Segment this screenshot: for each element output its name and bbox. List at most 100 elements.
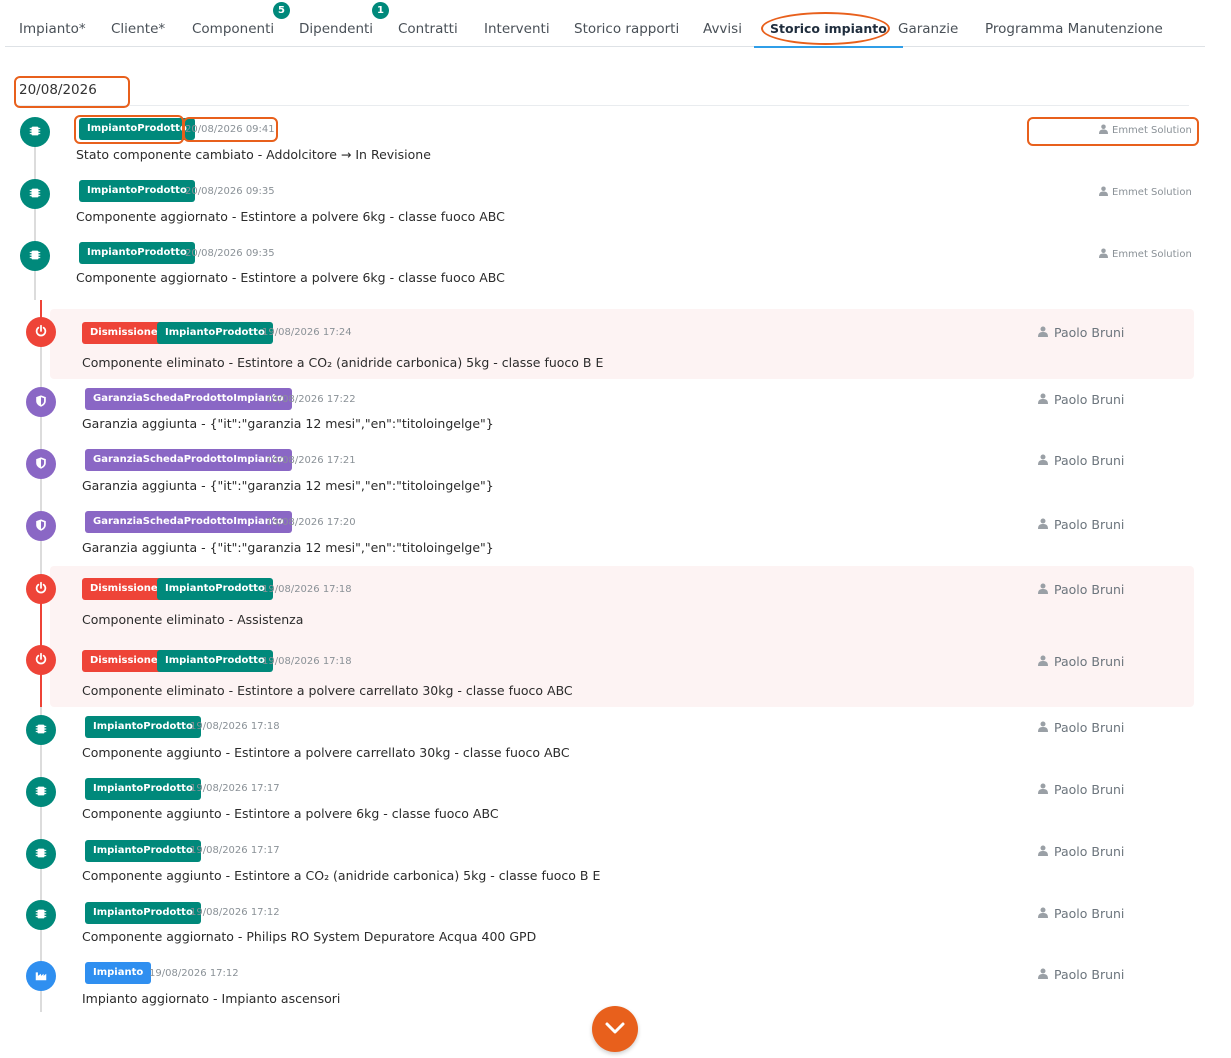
timeline-node — [26, 387, 56, 417]
scroll-down-button[interactable] — [592, 1006, 638, 1052]
event-timestamp: 19/08/2026 17:17 — [190, 845, 280, 856]
event-type-badge: ImpiantoProdotto — [85, 716, 201, 738]
power-icon — [34, 651, 48, 670]
tab-avvisi[interactable]: Avvisi — [703, 10, 742, 47]
event-message: Componente aggiunto - Estintore a polver… — [82, 745, 570, 760]
user-name: Emmet Solution — [1112, 187, 1192, 198]
event-type-badge: Dismissione — [82, 650, 166, 672]
user-name: Emmet Solution — [1112, 125, 1192, 136]
user-name: Paolo Bruni — [1054, 582, 1125, 597]
chip-icon — [34, 845, 48, 864]
timeline-node — [26, 574, 56, 604]
user-name: Paolo Bruni — [1054, 325, 1125, 340]
tab-contratti[interactable]: Contratti — [398, 10, 458, 47]
timeline-node — [20, 117, 50, 147]
event-type-badge: ImpiantoProdotto — [85, 840, 201, 862]
user-name: Paolo Bruni — [1054, 517, 1125, 532]
tab-label: Dipendenti — [299, 21, 374, 37]
user-name: Paolo Bruni — [1054, 844, 1125, 859]
event-type-badge: ImpiantoProdotto — [79, 242, 195, 264]
event-message: Componente eliminato - Estintore a polve… — [82, 683, 573, 698]
timeline-line — [34, 146, 36, 308]
tab-dipendenti[interactable]: Dipendenti — [299, 10, 373, 47]
user-icon — [1038, 582, 1048, 598]
event-timestamp: 19/08/2026 17:17 — [190, 783, 280, 794]
user-name: Paolo Bruni — [1054, 654, 1125, 669]
chevron-down-icon — [604, 1020, 626, 1039]
tab-garanzie[interactable]: Garanzie — [898, 10, 958, 47]
event-user: Paolo Bruni — [1038, 782, 1124, 798]
event-type-badge: ImpiantoProdotto — [157, 322, 273, 344]
timeline-node — [20, 179, 50, 209]
event-message: Stato componente cambiato - Addolcitore … — [76, 147, 431, 162]
event-type-badge: ImpiantoProdotto — [157, 650, 273, 672]
timeline-node — [26, 449, 56, 479]
user-name: Paolo Bruni — [1054, 967, 1125, 982]
event-message: Componente aggiornato - Philips RO Syste… — [82, 929, 537, 944]
event-type-badge: Dismissione — [82, 322, 166, 344]
event-timestamp: 19/08/2026 17:21 — [266, 455, 356, 466]
event-timestamp: 20/08/2026 09:35 — [185, 186, 275, 197]
event-message: Componente aggiornato - Estintore a polv… — [76, 270, 505, 285]
event-type-badge: GaranziaSchedaProdottoImpianto — [85, 388, 292, 410]
chip-icon — [28, 123, 42, 142]
user-icon — [1038, 325, 1048, 341]
user-icon — [1038, 782, 1048, 798]
tab-storico-impianto[interactable]: Storico impianto — [754, 10, 903, 48]
plant-history-page: Impianto* Cliente* Componenti 5 Dipenden… — [0, 0, 1231, 1058]
event-type-badge: ImpiantoProdotto — [79, 118, 195, 140]
event-message: Impianto aggiornato - Impianto ascensori — [82, 991, 341, 1006]
shield-icon — [34, 455, 48, 474]
event-message: Componente aggiornato - Estintore a polv… — [76, 209, 505, 224]
user-icon — [1038, 844, 1048, 860]
user-icon — [1038, 654, 1048, 670]
tab-programma-manutenzione[interactable]: Programma Manutenzione — [985, 10, 1163, 47]
tab-interventi[interactable]: Interventi — [484, 10, 550, 47]
tab-storico-rapporti[interactable]: Storico rapporti — [574, 10, 679, 47]
timeline-node — [26, 511, 56, 541]
event-type-badge: Impianto — [85, 962, 152, 984]
event-user: Paolo Bruni — [1038, 517, 1124, 533]
chip-icon — [28, 185, 42, 204]
event-user: Paolo Bruni — [1038, 967, 1124, 983]
event-timestamp: 20/08/2026 09:35 — [185, 248, 275, 259]
event-message: Garanzia aggiunta - {"it":"garanzia 12 m… — [82, 416, 494, 431]
event-message: Garanzia aggiunta - {"it":"garanzia 12 m… — [82, 540, 494, 555]
event-timestamp: 19/08/2026 17:12 — [190, 907, 280, 918]
user-icon — [1038, 720, 1048, 736]
timeline-node — [26, 900, 56, 930]
timeline-node — [26, 777, 56, 807]
shield-icon — [34, 517, 48, 536]
event-message: Componente aggiunto - Estintore a CO₂ (a… — [82, 868, 601, 883]
timeline-node — [20, 241, 50, 271]
user-icon — [1038, 967, 1048, 983]
tab-impianto[interactable]: Impianto* — [19, 10, 86, 47]
tab-cliente[interactable]: Cliente* — [111, 10, 165, 47]
event-timestamp: 19/08/2026 17:20 — [266, 517, 356, 528]
event-user: Emmet Solution — [1099, 248, 1192, 262]
event-type-badge: GaranziaSchedaProdottoImpianto — [85, 511, 292, 533]
event-type-badge: Dismissione — [82, 578, 166, 600]
user-icon — [1099, 124, 1108, 138]
power-icon — [34, 580, 48, 599]
chip-icon — [28, 247, 42, 266]
tab-bar: Impianto* Cliente* Componenti 5 Dipenden… — [5, 2, 1205, 48]
event-timestamp: 19/08/2026 17:18 — [262, 656, 352, 667]
power-icon — [34, 323, 48, 342]
chip-icon — [34, 783, 48, 802]
user-icon — [1099, 248, 1108, 262]
tab-componenti[interactable]: Componenti — [192, 10, 274, 47]
timeline-node — [26, 961, 56, 991]
event-timestamp: 19/08/2026 17:22 — [266, 394, 356, 405]
event-message: Componente aggiunto - Estintore a polver… — [82, 806, 499, 821]
date-group-heading: 20/08/2026 — [19, 82, 97, 98]
user-name: Paolo Bruni — [1054, 720, 1125, 735]
event-timestamp: 20/08/2026 09:41 — [185, 124, 275, 135]
user-name: Emmet Solution — [1112, 249, 1192, 260]
event-timestamp: 19/08/2026 17:24 — [262, 327, 352, 338]
event-user: Emmet Solution — [1099, 124, 1192, 138]
user-name: Paolo Bruni — [1054, 453, 1125, 468]
event-type-badge: ImpiantoProdotto — [79, 180, 195, 202]
event-type-badge: ImpiantoProdotto — [85, 902, 201, 924]
divider — [18, 105, 1189, 106]
